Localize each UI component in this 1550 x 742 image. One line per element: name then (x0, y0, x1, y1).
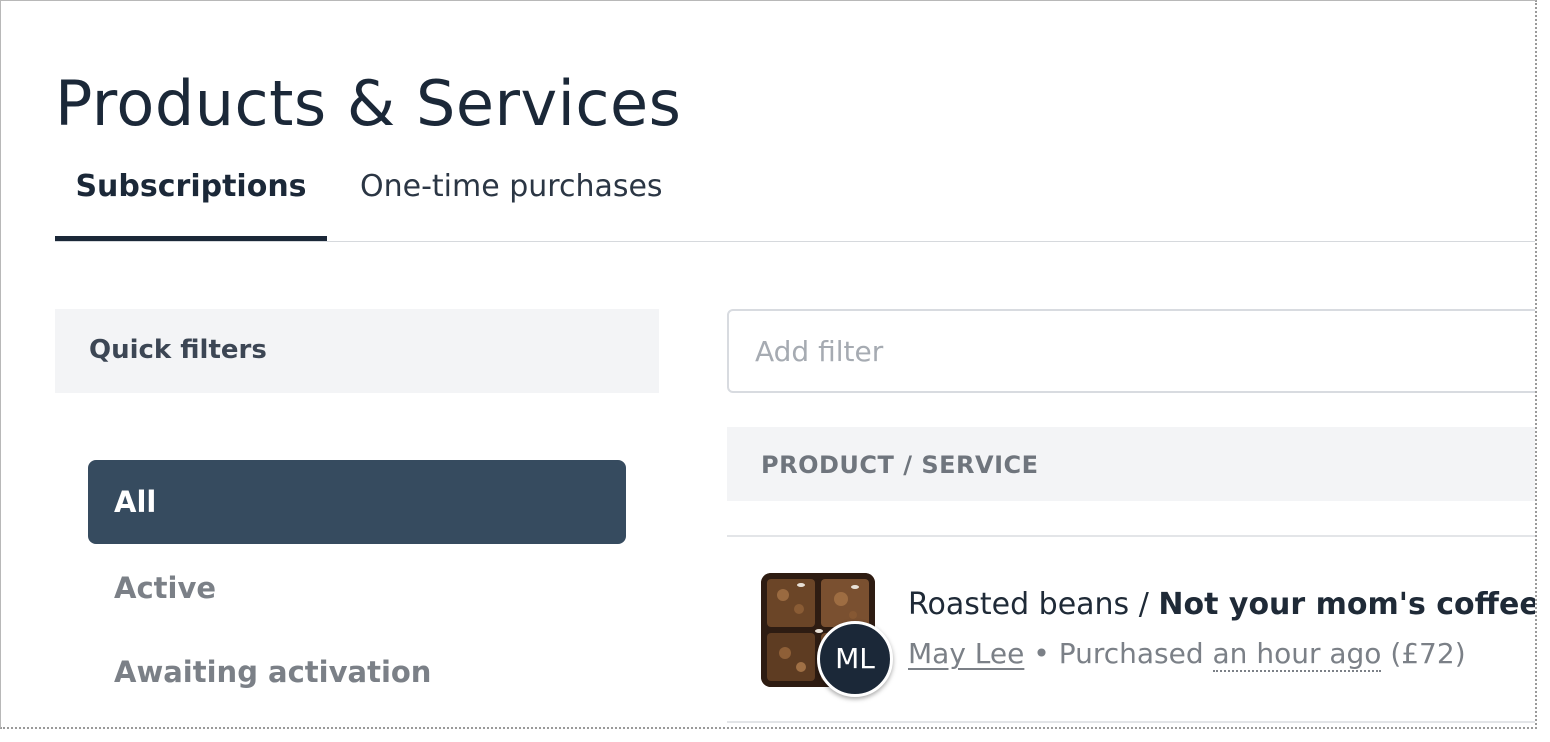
app-window: Products & Services Subscriptions One-ti… (0, 0, 1537, 729)
product-category: Roasted beans (908, 587, 1130, 622)
filter-item-active[interactable]: Active (88, 546, 626, 630)
purchase-price: (£72) (1381, 637, 1466, 670)
tab-bar: Subscriptions One-time purchases (55, 151, 1535, 242)
product-name: Not your mom's coffee (1158, 587, 1537, 622)
meta-bullet: • (1024, 637, 1059, 670)
add-filter-input[interactable] (727, 309, 1535, 393)
quick-filters-panel: Quick filters (55, 309, 659, 393)
tab-subscriptions[interactable]: Subscriptions (55, 151, 327, 241)
filter-item-awaiting-activation[interactable]: Awaiting activation (88, 630, 626, 714)
tab-one-time-purchases[interactable]: One-time purchases (360, 151, 663, 241)
filter-item-all[interactable]: All (88, 460, 626, 544)
purchase-meta: May Lee • Purchased an hour ago (£72) (908, 637, 1466, 672)
customer-avatar: ML (817, 621, 893, 697)
column-header-product-service: PRODUCT / SERVICE (761, 451, 1039, 479)
quick-filters-heading: Quick filters (89, 335, 267, 365)
purchased-label: Purchased (1058, 637, 1213, 670)
purchase-time[interactable]: an hour ago (1212, 637, 1382, 672)
customer-name-link[interactable]: May Lee (908, 637, 1024, 670)
product-title[interactable]: Roasted beans / Not your mom's coffee (908, 587, 1537, 622)
page-title: Products & Services (55, 66, 682, 140)
table-row[interactable]: ML Roasted beans / Not your mom's coffee… (727, 537, 1537, 721)
row-divider (727, 721, 1535, 723)
table-header: PRODUCT / SERVICE (727, 427, 1535, 501)
category-separator: / (1129, 587, 1159, 622)
